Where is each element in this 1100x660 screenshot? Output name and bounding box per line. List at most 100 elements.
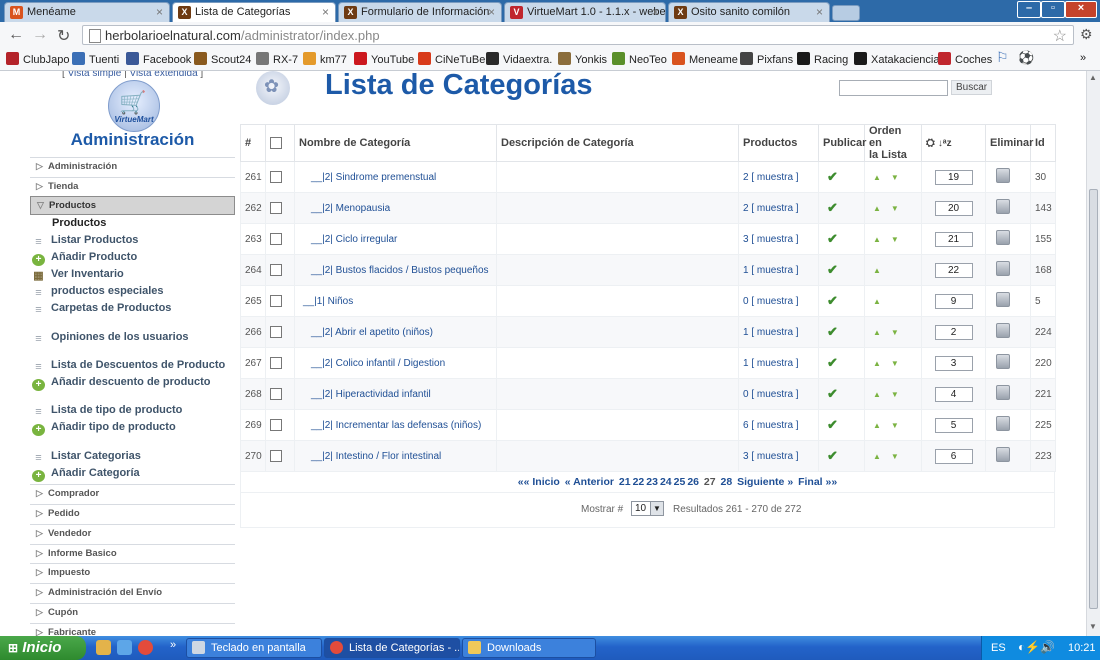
trash-icon[interactable] — [996, 168, 1010, 183]
row-checkbox[interactable] — [270, 419, 282, 431]
row-checkbox[interactable] — [270, 202, 282, 214]
row-checkbox[interactable] — [270, 233, 282, 245]
products-count-link[interactable]: 2 [ muestra ] — [743, 203, 799, 214]
page-link-28[interactable]: 28 — [721, 476, 733, 488]
row-checkbox[interactable] — [270, 264, 282, 276]
sidebar-item-anadir-categoria[interactable]: + Añadir Categoría — [32, 467, 140, 482]
products-count-link[interactable]: 6 [ muestra ] — [743, 420, 799, 431]
page-link-24[interactable]: 24 — [660, 476, 672, 488]
view-extended-link[interactable]: Vista extendida — [129, 71, 197, 79]
move-up-icon[interactable]: ▲ — [873, 173, 881, 182]
page-link-21[interactable]: 21 — [619, 476, 631, 488]
wrench-menu-icon[interactable]: ⚙ — [1080, 26, 1093, 43]
order-input[interactable]: 4 — [934, 386, 973, 402]
products-count-link[interactable]: 3 [ muestra ] — [743, 234, 799, 245]
trash-icon[interactable] — [996, 354, 1010, 369]
back-arrow-icon[interactable]: ← — [8, 26, 24, 44]
sidebar-section-fabricante[interactable]: ▷ Fabricante — [30, 623, 235, 636]
move-up-icon[interactable]: ▲ — [873, 359, 881, 368]
order-input[interactable]: 5 — [934, 417, 973, 433]
move-up-icon[interactable]: ▲ — [873, 235, 881, 244]
browser-tab-3[interactable]: V VirtueMart 1.0 - 1.1.x - webe × — [504, 2, 666, 22]
bookmark-coches[interactable]: Coches — [938, 52, 992, 66]
sidebar-item-anadir-tipo-producto[interactable]: + Añadir tipo de producto — [32, 421, 176, 436]
taskbar-item-downloads[interactable]: Downloads — [462, 638, 596, 658]
move-down-icon[interactable]: ▼ — [891, 359, 899, 368]
bookmark-clubjapo[interactable]: ClubJapo — [6, 52, 69, 66]
published-check-icon[interactable]: ✔ — [827, 293, 838, 308]
products-count-link[interactable]: 1 [ muestra ] — [743, 358, 799, 369]
close-tab-icon[interactable]: × — [816, 3, 823, 22]
close-tab-icon[interactable]: × — [488, 3, 495, 22]
soccer-ball-bookmark-icon[interactable]: ⚽ — [1018, 50, 1034, 66]
category-name-link[interactable]: __|2| Incrementar las defensas (niños) — [311, 420, 481, 431]
published-check-icon[interactable]: ✔ — [827, 324, 838, 339]
sidebar-item-anadir-producto[interactable]: + Añadir Producto — [32, 251, 137, 266]
search-button[interactable]: Buscar — [951, 80, 993, 95]
sidebar-item-listar-categorias[interactable]: ≡ Listar Categorias — [32, 450, 141, 464]
bookmark-star-icon[interactable]: ☆ — [1053, 26, 1067, 46]
sidebar-section-impuesto[interactable]: ▷ Impuesto — [30, 563, 235, 581]
bookmark-km77[interactable]: km77 — [303, 52, 347, 66]
taskbar-item-chrome[interactable]: Lista de Categorías - ... — [324, 638, 460, 658]
row-checkbox[interactable] — [270, 357, 282, 369]
category-name-link[interactable]: __|2| Abrir el apetito (niños) — [311, 327, 433, 338]
scrollbar-thumb[interactable] — [1089, 189, 1098, 609]
save-order-icon[interactable]: ⛭ — [926, 137, 935, 149]
published-check-icon[interactable]: ✔ — [827, 448, 838, 463]
sidebar-section-pedido[interactable]: ▷ Pedido — [30, 504, 235, 522]
category-name-link[interactable]: __|2| Hiperactividad infantil — [311, 389, 431, 400]
tray-icons[interactable]: ◐⚡🔊 — [1018, 640, 1055, 654]
sidebar-section-cupon[interactable]: ▷ Cupón — [30, 603, 235, 621]
products-count-link[interactable]: 3 [ muestra ] — [743, 451, 799, 462]
sidebar-section-comprador[interactable]: ▷ Comprador — [30, 484, 235, 502]
sidebar-item-ver-inventario[interactable]: ▦ Ver Inventario — [32, 268, 123, 282]
forward-arrow-icon[interactable]: → — [32, 26, 48, 44]
move-down-icon[interactable]: ▼ — [891, 452, 899, 461]
row-checkbox[interactable] — [270, 171, 282, 183]
view-simple-link[interactable]: Vista simple — [68, 71, 122, 79]
move-down-icon[interactable]: ▼ — [891, 390, 899, 399]
published-check-icon[interactable]: ✔ — [827, 231, 838, 246]
products-count-link[interactable]: 0 [ muestra ] — [743, 389, 799, 400]
trash-icon[interactable] — [996, 447, 1010, 462]
category-name-link[interactable]: __|2| Intestino / Flor intestinal — [311, 451, 441, 462]
page-link-26[interactable]: 26 — [687, 476, 699, 488]
sort-az-icon[interactable]: ↓ᵃz — [938, 138, 952, 149]
published-check-icon[interactable]: ✔ — [827, 169, 838, 184]
minimize-window-button[interactable]: – — [1017, 1, 1041, 18]
move-up-icon[interactable]: ▲ — [873, 421, 881, 430]
browser-tab-2[interactable]: X Formulario de Información × — [338, 2, 502, 22]
pagination-last[interactable]: Final »» — [798, 476, 837, 488]
maximize-window-button[interactable]: ▫ — [1041, 1, 1065, 18]
trash-icon[interactable] — [996, 416, 1010, 431]
close-window-button[interactable]: × — [1065, 1, 1097, 18]
bookmark-facebook[interactable]: Facebook — [126, 52, 191, 66]
bookmark-yonkis[interactable]: Yonkis — [558, 52, 607, 66]
select-all-checkbox[interactable] — [270, 137, 282, 150]
url-text[interactable]: herbolarioelnatural.com/administrator/in… — [105, 28, 380, 43]
products-count-link[interactable]: 2 [ muestra ] — [743, 172, 799, 183]
bookmark-cinetube[interactable]: CiNeTuBe — [418, 52, 485, 66]
bookmark-racing[interactable]: Racing — [797, 52, 848, 66]
pagination-first[interactable]: «« Inicio — [518, 476, 560, 488]
reload-icon[interactable]: ↻ — [57, 26, 70, 46]
published-check-icon[interactable]: ✔ — [827, 417, 838, 432]
pagination-prev[interactable]: « Anterior — [565, 476, 614, 488]
move-down-icon[interactable]: ▼ — [891, 328, 899, 337]
products-count-link[interactable]: 1 [ muestra ] — [743, 327, 799, 338]
new-tab-button[interactable] — [832, 5, 860, 21]
ie-icon[interactable] — [117, 640, 132, 655]
page-link-23[interactable]: 23 — [646, 476, 658, 488]
start-button[interactable]: ⊞ Inicio — [0, 636, 86, 660]
move-down-icon[interactable]: ▼ — [891, 173, 899, 182]
order-input[interactable]: 9 — [934, 293, 973, 309]
trash-icon[interactable] — [996, 323, 1010, 338]
move-up-icon[interactable]: ▲ — [873, 452, 881, 461]
move-up-icon[interactable]: ▲ — [873, 390, 881, 399]
move-down-icon[interactable]: ▼ — [891, 421, 899, 430]
move-up-icon[interactable]: ▲ — [873, 328, 881, 337]
sidebar-item-opiniones[interactable]: ≡ Opiniones de los usuarios — [32, 331, 188, 345]
bookmark-youtube[interactable]: YouTube — [354, 52, 414, 66]
row-checkbox[interactable] — [270, 388, 282, 400]
